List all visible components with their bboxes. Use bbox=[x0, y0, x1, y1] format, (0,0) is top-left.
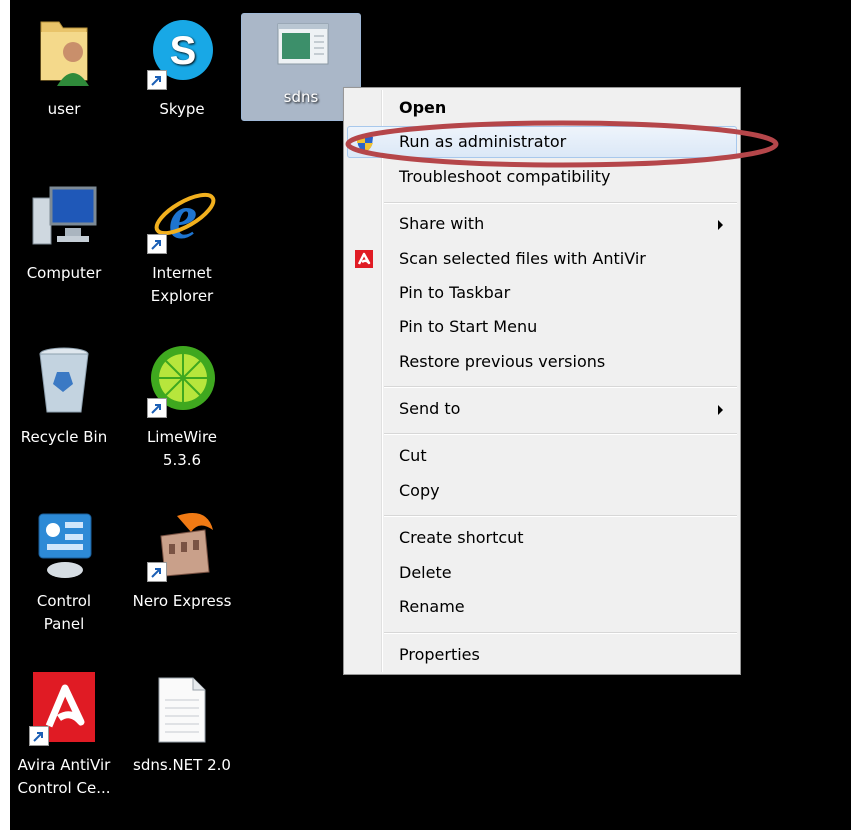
uac-shield-icon bbox=[355, 133, 375, 153]
menu-separator bbox=[384, 202, 737, 204]
menu-item-pin-to-start-menu[interactable]: Pin to Start Menu bbox=[347, 311, 737, 343]
recycle-bin-icon bbox=[29, 342, 99, 418]
icon-label: Recycle Bin bbox=[20, 428, 108, 446]
skype-icon: S bbox=[147, 14, 217, 90]
menu-item-label: Send to bbox=[399, 399, 461, 418]
icon-label: Internet Explorer bbox=[150, 264, 214, 305]
menu-item-label: Scan selected files with AntiVir bbox=[399, 249, 646, 268]
desktop-icon-nero-express[interactable]: Nero Express bbox=[123, 506, 241, 613]
desktop-icon-avira[interactable]: Avira AntiVir Control Ce... bbox=[5, 670, 123, 800]
menu-item-label: Delete bbox=[399, 563, 452, 582]
svg-text:S: S bbox=[170, 29, 197, 73]
menu-item-label: Open bbox=[399, 98, 447, 117]
shortcut-arrow-icon bbox=[147, 398, 167, 418]
menu-item-label: Properties bbox=[399, 645, 480, 664]
shortcut-arrow-icon bbox=[147, 70, 167, 90]
limewire-icon bbox=[147, 342, 217, 418]
menu-item-label: Cut bbox=[399, 446, 427, 465]
desktop-icon-limewire[interactable]: LimeWire 5.3.6 bbox=[123, 342, 241, 472]
menu-item-label: Create shortcut bbox=[399, 528, 524, 547]
sdns-app-icon bbox=[266, 14, 336, 84]
menu-item-properties[interactable]: Properties bbox=[347, 639, 737, 671]
icon-label: Nero Express bbox=[132, 592, 232, 610]
icon-label: Skype bbox=[159, 100, 205, 118]
menu-separator bbox=[384, 433, 737, 435]
menu-separator bbox=[384, 515, 737, 517]
shortcut-arrow-icon bbox=[147, 562, 167, 582]
menu-separator bbox=[384, 632, 737, 634]
menu-item-troubleshoot-compatibility[interactable]: Troubleshoot compatibility bbox=[347, 161, 737, 193]
internet-explorer-icon: e bbox=[147, 178, 217, 254]
desktop-icon-skype[interactable]: S Skype bbox=[123, 14, 241, 121]
user-folder-icon bbox=[29, 14, 99, 90]
icon-label: user bbox=[47, 100, 81, 118]
desktop-icon-internet-explorer[interactable]: e Internet Explorer bbox=[123, 178, 241, 308]
menu-item-label: Pin to Start Menu bbox=[399, 317, 538, 336]
menu-item-label: Restore previous versions bbox=[399, 352, 606, 371]
menu-item-pin-to-taskbar[interactable]: Pin to Taskbar bbox=[347, 277, 737, 309]
menu-item-send-to[interactable]: Send to bbox=[347, 393, 737, 425]
icon-label: Avira AntiVir Control Ce... bbox=[17, 756, 111, 797]
menu-item-rename[interactable]: Rename bbox=[347, 591, 737, 623]
menu-item-delete[interactable]: Delete bbox=[347, 557, 737, 589]
menu-item-label: Share with bbox=[399, 214, 485, 233]
context-menu: Open Run as administrator Troubleshoot c… bbox=[343, 87, 741, 675]
menu-separator bbox=[384, 386, 737, 388]
menu-item-restore-previous-versions[interactable]: Restore previous versions bbox=[347, 346, 737, 378]
menu-item-share-with[interactable]: Share with bbox=[347, 208, 737, 240]
menu-item-open[interactable]: Open bbox=[347, 92, 737, 124]
desktop-icon-recycle-bin[interactable]: Recycle Bin bbox=[5, 342, 123, 449]
avira-icon bbox=[29, 670, 99, 746]
desktop-icon-control-panel[interactable]: Control Panel bbox=[5, 506, 123, 636]
desktop-icon-sdns-net[interactable]: sdns.NET 2.0 bbox=[123, 670, 241, 777]
menu-item-label: Run as administrator bbox=[399, 132, 567, 151]
desktop-icon-user[interactable]: user bbox=[5, 14, 123, 121]
menu-item-create-shortcut[interactable]: Create shortcut bbox=[347, 522, 737, 554]
avira-scan-icon bbox=[354, 249, 374, 269]
icon-label: Computer bbox=[26, 264, 102, 282]
menu-item-label: Copy bbox=[399, 481, 440, 500]
menu-item-copy[interactable]: Copy bbox=[347, 475, 737, 507]
shortcut-arrow-icon bbox=[29, 726, 49, 746]
submenu-arrow-icon bbox=[718, 220, 723, 230]
icon-label: Control Panel bbox=[36, 592, 92, 633]
desktop-icon-computer[interactable]: Computer bbox=[5, 178, 123, 285]
icon-label: sdns.NET 2.0 bbox=[133, 756, 231, 774]
nero-express-icon bbox=[147, 506, 217, 582]
menu-item-scan-antivir[interactable]: Scan selected files with AntiVir bbox=[347, 243, 737, 275]
control-panel-icon bbox=[29, 506, 99, 582]
menu-item-label: Troubleshoot compatibility bbox=[399, 167, 611, 186]
menu-item-label: Rename bbox=[399, 597, 465, 616]
computer-icon bbox=[29, 178, 99, 254]
menu-item-cut[interactable]: Cut bbox=[347, 440, 737, 472]
text-file-icon bbox=[147, 670, 217, 746]
icon-label: LimeWire 5.3.6 bbox=[146, 428, 218, 469]
shortcut-arrow-icon bbox=[147, 234, 167, 254]
submenu-arrow-icon bbox=[718, 405, 723, 415]
menu-item-label: Pin to Taskbar bbox=[399, 283, 511, 302]
svg-text:e: e bbox=[169, 181, 197, 252]
menu-item-run-as-administrator[interactable]: Run as administrator bbox=[347, 126, 737, 158]
